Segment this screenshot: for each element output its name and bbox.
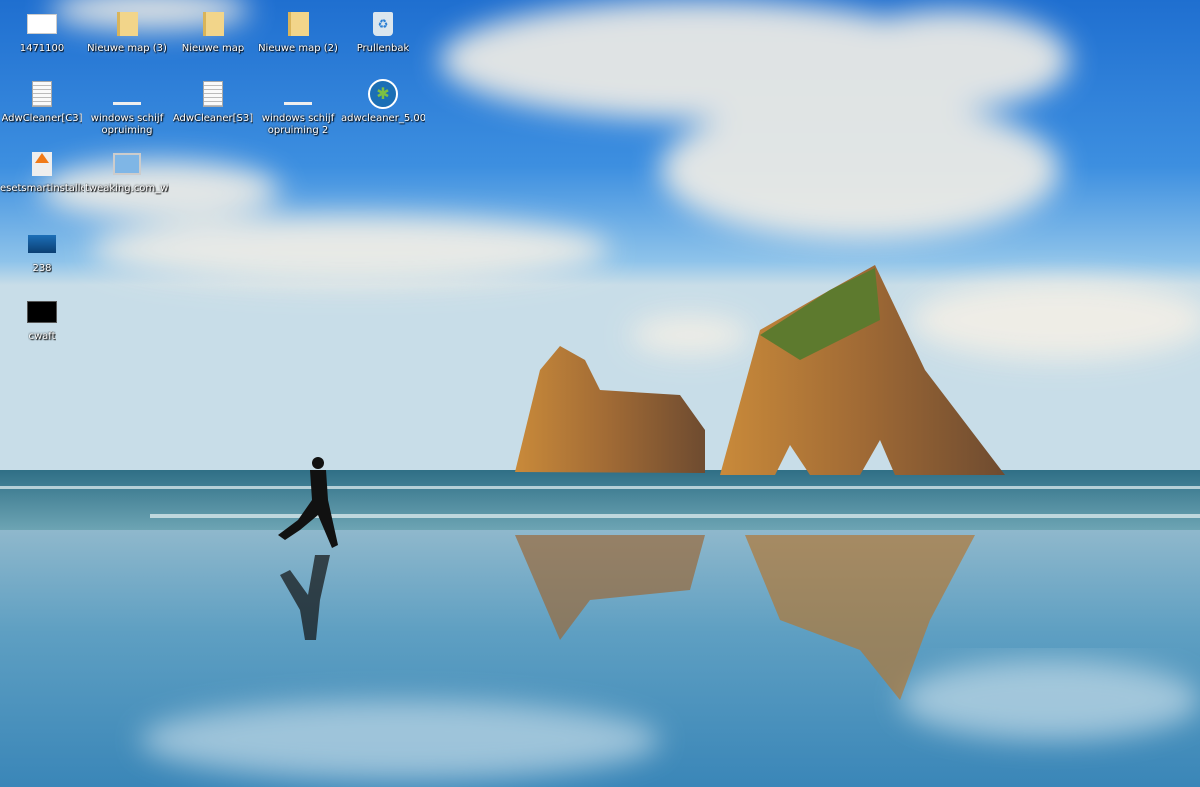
recycle-bin-icon: ♻ <box>367 8 399 40</box>
desktop-icon[interactable]: 1471100 <box>0 8 84 55</box>
desktop-icon[interactable]: Nieuwe map (2) <box>256 8 340 55</box>
text-file-icon <box>197 78 229 110</box>
desktop-icon-label: Nieuwe map (3) <box>87 43 167 54</box>
desktop-icon-label: tweaking.com_wi... <box>85 183 169 194</box>
desktop-icon[interactable]: ✱ adwcleaner_5.003 <box>341 78 425 125</box>
adwcleaner-icon: ✱ <box>367 78 399 110</box>
desktop-icon[interactable]: Nieuwe map (3) <box>85 8 169 55</box>
desktop-icon-label: windows schijf opruiming 2 <box>261 113 335 136</box>
desktop-icon-label: AdwCleaner[S3] <box>172 113 254 124</box>
folder-icon <box>111 8 143 40</box>
installer-icon <box>26 148 58 180</box>
image-file-icon <box>26 228 58 260</box>
desktop-icon-label: Prullenbak <box>356 43 410 54</box>
folder-icon <box>282 8 314 40</box>
image-file-icon <box>26 8 58 40</box>
desktop-icon-label: Nieuwe map (2) <box>258 43 338 54</box>
desktop-icon[interactable]: cwaft <box>0 296 84 343</box>
desktop-icon-label: esetsmartinstaller_... <box>0 183 84 194</box>
text-file-icon <box>26 78 58 110</box>
desktop-icon[interactable]: windows schijf opruiming 2 <box>256 78 340 137</box>
desktop-icon-label: 238 <box>32 263 52 274</box>
folder-icon <box>197 8 229 40</box>
desktop-icon-label: cwaft <box>28 331 56 342</box>
shortcut-icon <box>282 78 314 110</box>
desktop-icon-label: AdwCleaner[C3] <box>1 113 83 124</box>
desktop-icon-label: Nieuwe map <box>181 43 245 54</box>
desktop-icon[interactable]: windows schijf opruiming <box>85 78 169 137</box>
image-file-icon <box>26 296 58 328</box>
desktop-icon[interactable]: 238 <box>0 228 84 275</box>
desktop-icon-label: windows schijf opruiming <box>90 113 164 136</box>
desktop-icon[interactable]: ♻ Prullenbak <box>341 8 425 55</box>
desktop-icon-label: adwcleaner_5.003 <box>341 113 425 124</box>
shortcut-icon <box>111 78 143 110</box>
desktop-icon[interactable]: esetsmartinstaller_... <box>0 148 84 195</box>
desktop-icon-label: 1471100 <box>19 43 65 54</box>
desktop-icon[interactable]: tweaking.com_wi... <box>85 148 169 195</box>
desktop-icon[interactable]: AdwCleaner[S3] <box>171 78 255 125</box>
computer-shield-icon <box>111 148 143 180</box>
desktop-icon[interactable]: Nieuwe map <box>171 8 255 55</box>
desktop-icon[interactable]: AdwCleaner[C3] <box>0 78 84 125</box>
